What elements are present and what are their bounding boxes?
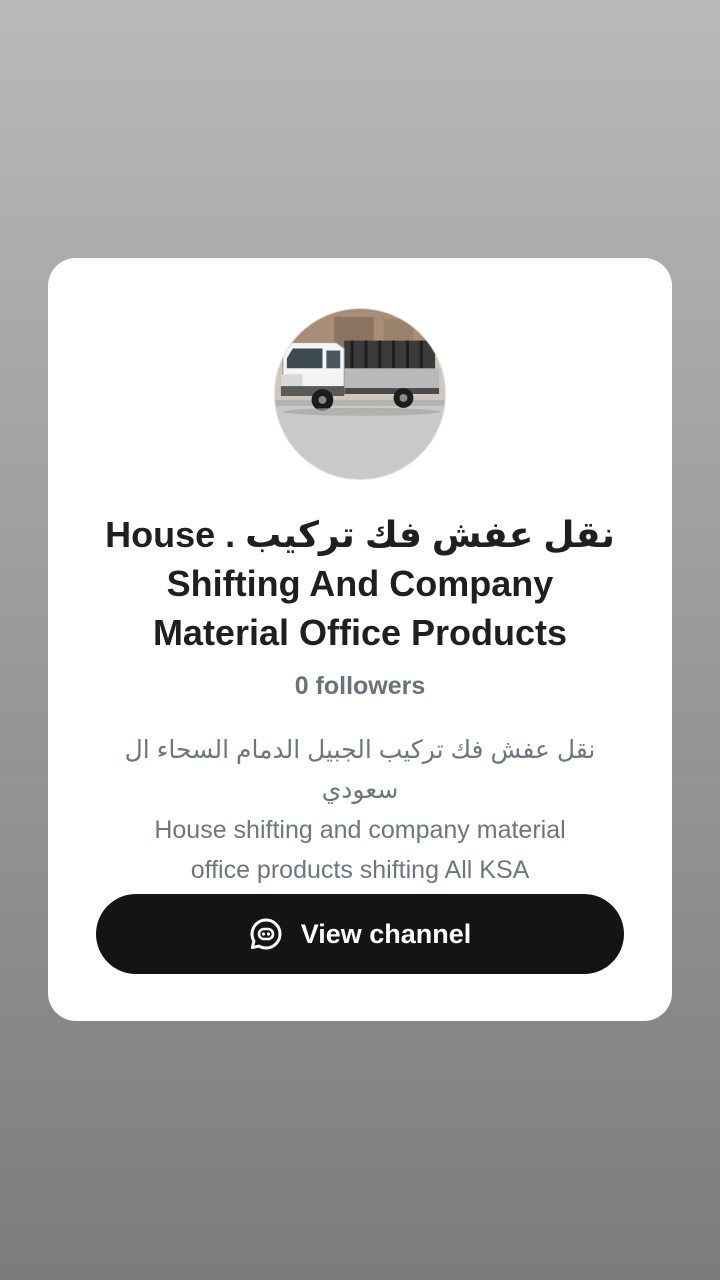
channel-description: نقل عفش فك تركيب الجبيل الدمام السحاء ال… [88, 730, 632, 890]
view-channel-label: View channel [300, 918, 472, 949]
channel-title-line: Shifting And Company [166, 563, 554, 604]
description-line: office products shifting All KSA [190, 856, 530, 884]
channel-title-line: Material Office Products [152, 612, 568, 653]
channel-icon [249, 917, 283, 951]
channel-title-line: نقل عفش فك تركيب . House [105, 514, 615, 555]
channel-card: نقل عفش فك تركيب . House Shifting And Co… [48, 258, 672, 1021]
channel-avatar[interactable] [274, 308, 446, 480]
followers-count: 0 followers [294, 672, 426, 700]
truck-photo-icon [275, 309, 445, 479]
view-channel-button[interactable]: View channel [96, 894, 624, 974]
channel-title: نقل عفش فك تركيب . House Shifting And Co… [88, 510, 632, 657]
description-line: نقل عفش فك تركيب الجبيل الدمام السحاء ال… [124, 736, 596, 804]
description-line: House shifting and company material [154, 816, 566, 844]
